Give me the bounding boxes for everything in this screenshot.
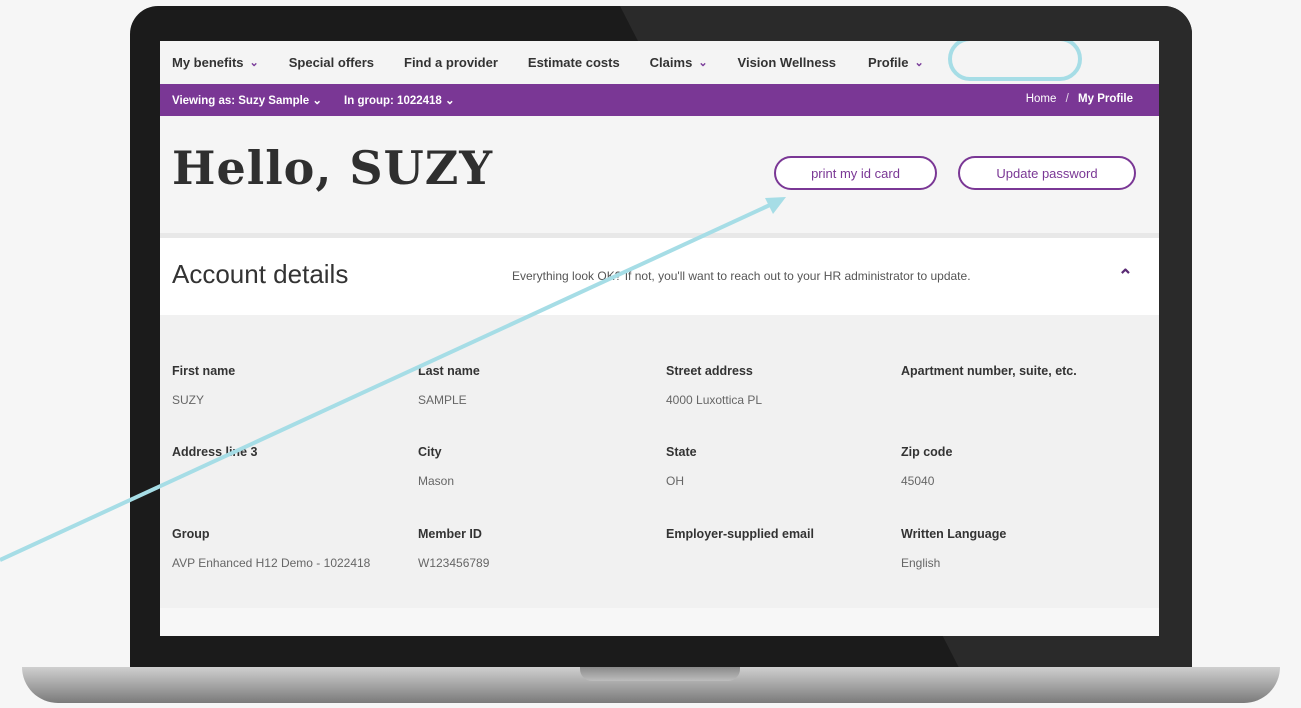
field-label: State <box>666 445 697 459</box>
field-label: Member ID <box>418 527 482 541</box>
nav-label: Vision Wellness <box>737 55 837 70</box>
field-label: Zip code <box>901 445 953 459</box>
field-written-language: Written Language English <box>901 527 1131 572</box>
top-navigation: My benefits ⌄ Special offers Find a prov… <box>160 41 1159 84</box>
context-bar: Viewing as: Suzy Sample ⌄ In group: 1022… <box>160 84 1159 116</box>
chevron-up-icon[interactable]: ⌃ <box>1118 266 1133 287</box>
nav-label: My benefits <box>172 55 244 70</box>
field-zip-code: Zip code 45040 <box>901 445 1131 490</box>
field-value: AVP Enhanced H12 Demo - 1022418 <box>172 556 371 570</box>
viewing-as-label: Viewing as: Suzy Sample <box>172 95 310 107</box>
field-first-name: First name SUZY <box>172 364 402 409</box>
account-details-grid: First name SUZY Last name SAMPLE Street … <box>160 315 1159 608</box>
nav-label: Claims <box>649 55 693 70</box>
nav-profile[interactable]: Profile ⌄ <box>868 55 924 70</box>
field-label: Last name <box>418 364 480 378</box>
field-employer-email: Employer-supplied email <box>666 527 896 555</box>
print-id-card-button[interactable]: print my id card <box>774 156 937 190</box>
field-label: Employer-supplied email <box>666 527 814 541</box>
breadcrumb-home[interactable]: Home <box>1026 93 1057 105</box>
nav-label: Special offers <box>288 55 374 70</box>
profile-highlight-ring <box>948 41 1082 81</box>
page-title: Hello, SUZY <box>172 141 494 195</box>
field-value: W123456789 <box>418 556 490 570</box>
nav-vision-wellness[interactable]: Vision Wellness <box>738 55 837 70</box>
viewing-as-selector[interactable]: Viewing as: Suzy Sample ⌄ <box>172 93 322 107</box>
greeting-section: Hello, SUZY print my id card Update pass… <box>160 116 1159 238</box>
field-value: 4000 Luxottica PL <box>666 393 763 407</box>
field-label: First name <box>172 364 236 378</box>
breadcrumb: Home / My Profile <box>1026 93 1133 105</box>
nav-label: Estimate costs <box>527 55 620 70</box>
nav-label: Find a provider <box>404 55 498 70</box>
section-title: Account details <box>172 259 349 289</box>
field-label: Apartment number, suite, etc. <box>901 364 1077 378</box>
field-state: State OH <box>666 445 896 490</box>
nav-label: Profile <box>868 55 909 70</box>
field-address-line-3: Address line 3 <box>172 445 402 473</box>
chevron-down-icon: ⌄ <box>312 95 323 107</box>
field-value: SAMPLE <box>418 393 467 407</box>
field-city: City Mason <box>418 445 648 490</box>
field-last-name: Last name SAMPLE <box>418 364 648 409</box>
nav-estimate-costs[interactable]: Estimate costs <box>528 55 620 70</box>
field-value: 45040 <box>901 474 935 488</box>
laptop-notch <box>580 667 740 681</box>
nav-special-offers[interactable]: Special offers <box>289 55 374 70</box>
group-selector[interactable]: In group: 1022418 ⌄ <box>344 93 455 107</box>
group-label: In group: 1022418 <box>344 95 442 107</box>
field-label: Group <box>172 527 210 541</box>
field-apartment: Apartment number, suite, etc. <box>901 364 1131 392</box>
chevron-down-icon: ⌄ <box>914 57 924 69</box>
field-group: Group AVP Enhanced H12 Demo - 1022418 <box>172 527 372 572</box>
account-details-header: Account details Everything look OK? If n… <box>160 238 1159 315</box>
chevron-down-icon: ⌄ <box>249 57 259 69</box>
nav-claims[interactable]: Claims ⌄ <box>650 55 708 70</box>
breadcrumb-current: My Profile <box>1078 93 1133 105</box>
field-label: Address line 3 <box>172 445 258 459</box>
nav-my-benefits[interactable]: My benefits ⌄ <box>172 55 259 70</box>
field-label: City <box>418 445 442 459</box>
field-member-id: Member ID W123456789 <box>418 527 648 572</box>
field-value: Mason <box>418 474 455 488</box>
chevron-down-icon: ⌄ <box>445 95 455 107</box>
field-value: OH <box>666 474 684 488</box>
field-value: English <box>901 556 941 570</box>
breadcrumb-separator: / <box>1065 93 1069 105</box>
field-label: Written Language <box>901 527 1007 541</box>
field-street-address: Street address 4000 Luxottica PL <box>666 364 896 409</box>
chevron-down-icon: ⌄ <box>698 57 708 69</box>
nav-find-provider[interactable]: Find a provider <box>404 55 498 70</box>
browser-screen: My benefits ⌄ Special offers Find a prov… <box>160 41 1159 636</box>
field-label: Street address <box>666 364 753 378</box>
field-value: SUZY <box>172 393 205 407</box>
update-password-button[interactable]: Update password <box>958 156 1136 190</box>
account-note: Everything look OK? If not, you'll want … <box>512 269 971 283</box>
